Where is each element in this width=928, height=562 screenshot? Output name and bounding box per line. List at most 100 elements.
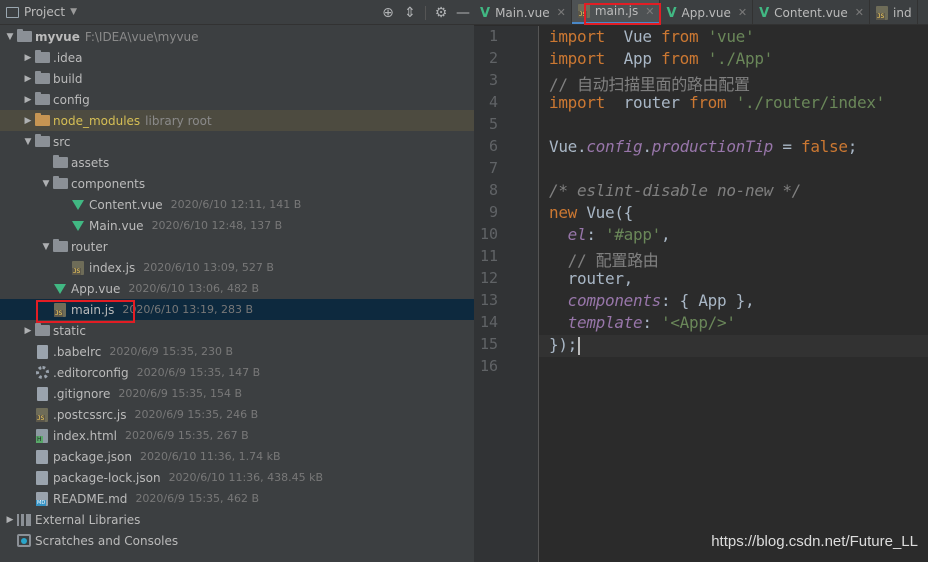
- code-token: :: [586, 225, 606, 244]
- tab-content-vue[interactable]: V Content.vue ✕: [753, 0, 871, 24]
- line-number: 2: [488, 49, 498, 67]
- tree-item-index-html[interactable]: index.html 2020/6/9 15:35, 267 B: [0, 425, 474, 446]
- watermark: https://blog.csdn.net/Future_LL: [711, 533, 918, 550]
- tree-item-label: .gitignore: [53, 386, 111, 401]
- expanded-arrow-icon[interactable]: ▼: [22, 137, 34, 147]
- folder-icon: [34, 134, 50, 149]
- code-token: new: [549, 203, 577, 222]
- close-icon[interactable]: ✕: [855, 6, 864, 19]
- collapsed-arrow-icon[interactable]: ▶: [22, 116, 34, 126]
- code-token: =: [773, 137, 802, 156]
- tree-item-label: node_modules: [53, 113, 141, 128]
- tree-item-content-vue[interactable]: Content.vue 2020/6/10 12:11, 141 B: [0, 194, 474, 215]
- collapsed-arrow-icon[interactable]: ▶: [4, 515, 16, 525]
- tree-item-readme-md[interactable]: README.md 2020/6/9 15:35, 462 B: [0, 488, 474, 509]
- editor-panel: VMain.vue✕main.js✕VApp.vue✕VContent.vue✕…: [474, 0, 928, 562]
- tab-app-vue[interactable]: V App.vue ✕: [660, 0, 754, 24]
- tree-item-build[interactable]: ▶ build: [0, 68, 474, 89]
- tree-item-gitignore[interactable]: .gitignore 2020/6/9 15:35, 154 B: [0, 383, 474, 404]
- folder-icon: [34, 50, 50, 65]
- file-icon: [34, 386, 50, 401]
- code-token: Vue: [605, 27, 661, 46]
- tree-item-main-vue[interactable]: Main.vue 2020/6/10 12:48, 137 B: [0, 215, 474, 236]
- tree-item-index-js[interactable]: index.js 2020/6/10 13:09, 527 B: [0, 257, 474, 278]
- project-view-selector[interactable]: Project ▼: [0, 5, 77, 19]
- code-token: from: [661, 27, 699, 46]
- expanded-arrow-icon[interactable]: ▼: [4, 32, 16, 42]
- tree-item-meta: 2020/6/9 15:35, 462 B: [135, 492, 260, 505]
- tree-item-postcssrc-js[interactable]: .postcssrc.js 2020/6/9 15:35, 246 B: [0, 404, 474, 425]
- tree-item-editorconfig[interactable]: .editorconfig 2020/6/9 15:35, 147 B: [0, 362, 474, 383]
- close-icon[interactable]: ✕: [557, 6, 566, 19]
- line-number: 3: [488, 71, 498, 89]
- target-icon[interactable]: ⊕: [377, 5, 399, 21]
- tree-item-label: myvue: [35, 29, 80, 44]
- tree-item-myvue[interactable]: ▼ myvue F:\IDEA\vue\myvue: [0, 26, 474, 47]
- code-token: App: [605, 49, 661, 68]
- line-number: 13: [479, 291, 498, 309]
- close-icon[interactable]: ✕: [738, 6, 747, 19]
- code-editor[interactable]: 1 2 3 4 5 6 7 8 9 10 11 12 13 14 15 16 import Vue from …: [474, 26, 928, 562]
- line-number: 11: [479, 247, 498, 265]
- code-line: // 配置路由: [549, 247, 659, 271]
- tree-item-label: build: [53, 71, 83, 86]
- tree-item-package-json[interactable]: package.json 2020/6/10 11:36, 1.74 kB: [0, 446, 474, 467]
- code-token: // 自动扫描里面的路由配置: [549, 75, 750, 94]
- tree-item-meta: 2020/6/10 13:09, 527 B: [143, 261, 274, 274]
- tree-item-scratches-and-consoles[interactable]: Scratches and Consoles: [0, 530, 474, 551]
- code-token: template: [567, 313, 643, 332]
- code-token: './App': [707, 49, 774, 68]
- tree-item-components[interactable]: ▼ components: [0, 173, 474, 194]
- line-number: 14: [479, 313, 498, 331]
- code-token: false: [801, 137, 848, 156]
- code-token: : { App },: [661, 291, 755, 310]
- expanded-arrow-icon[interactable]: ▼: [40, 179, 52, 189]
- code-line: import Vue from 'vue': [549, 27, 755, 46]
- code-token: Vue({: [577, 203, 633, 222]
- code-token: router: [605, 93, 689, 112]
- tree-item-idea[interactable]: ▶ .idea: [0, 47, 474, 68]
- expanded-arrow-icon[interactable]: ▼: [40, 242, 52, 252]
- tree-item-external-libraries[interactable]: ▶ External Libraries: [0, 509, 474, 530]
- tab-main-vue[interactable]: V Main.vue ✕: [474, 0, 572, 24]
- gear-icon[interactable]: ⚙: [430, 5, 452, 21]
- tree-item-label: Main.vue: [89, 218, 144, 233]
- collapsed-arrow-icon[interactable]: ▶: [22, 95, 34, 105]
- line-number: 12: [479, 269, 498, 287]
- tree-item-node-modules[interactable]: ▶ node_modules library root: [0, 110, 474, 131]
- tree-item-package-lock-json[interactable]: package-lock.json 2020/6/10 11:36, 438.45…: [0, 467, 474, 488]
- collapsed-arrow-icon[interactable]: ▶: [22, 74, 34, 84]
- collapsed-arrow-icon[interactable]: ▶: [22, 326, 34, 336]
- code-token: ;: [847, 137, 858, 156]
- tree-item-assets[interactable]: assets: [0, 152, 474, 173]
- tree-item-path: library root: [145, 113, 212, 128]
- code-line: template: '<App/>': [549, 313, 736, 332]
- code-token: :: [642, 313, 662, 332]
- tree-item-static[interactable]: ▶ static: [0, 320, 474, 341]
- project-panel-title: Project: [24, 5, 66, 19]
- code-token: 'vue': [707, 27, 755, 46]
- tree-item-config[interactable]: ▶ config: [0, 89, 474, 110]
- tab-ind[interactable]: ind: [870, 0, 918, 24]
- tree-item-src[interactable]: ▼ src: [0, 131, 474, 152]
- js-icon: [876, 5, 889, 20]
- tree-item-app-vue[interactable]: App.vue 2020/6/10 13:06, 482 B: [0, 278, 474, 299]
- code-line: // 自动扫描里面的路由配置: [549, 71, 750, 95]
- collapse-icon[interactable]: ⇕: [399, 5, 421, 21]
- folder-icon: [34, 323, 50, 338]
- tree-item-babelrc[interactable]: .babelrc 2020/6/9 15:35, 230 B: [0, 341, 474, 362]
- tree-item-router[interactable]: ▼ router: [0, 236, 474, 257]
- minimize-icon[interactable]: —: [452, 5, 474, 21]
- text-caret: [578, 336, 580, 355]
- tree-item-meta: 2020/6/10 11:36, 1.74 kB: [140, 450, 281, 463]
- vue-icon: V: [666, 5, 677, 21]
- tree-item-label: index.js: [89, 260, 136, 275]
- vue-icon: [70, 219, 86, 233]
- code-token: el: [567, 225, 587, 244]
- collapsed-arrow-icon[interactable]: ▶: [22, 53, 34, 63]
- code-token: .: [642, 137, 652, 156]
- code-line: import App from './App': [549, 49, 773, 68]
